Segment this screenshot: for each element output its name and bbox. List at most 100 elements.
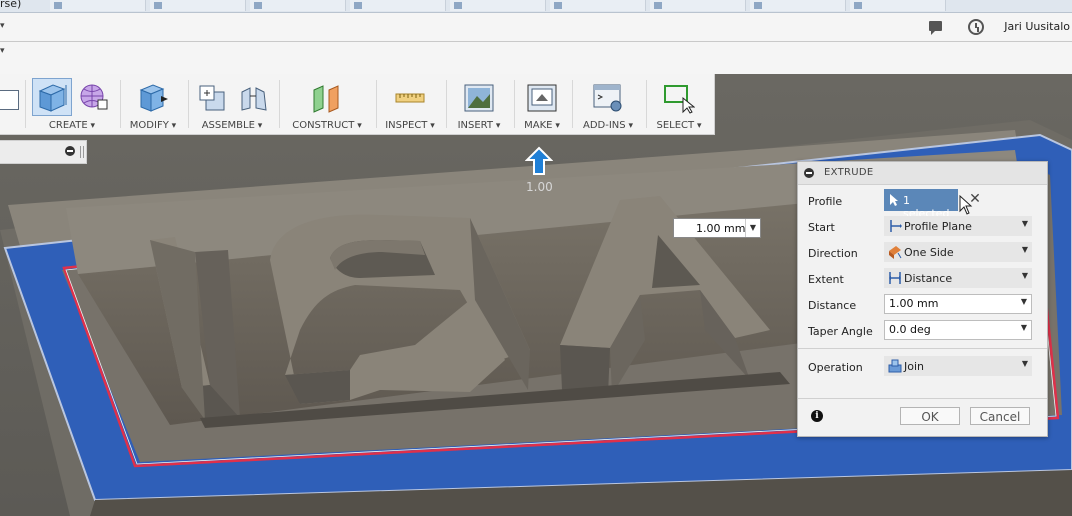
tab-favicon-icon [754,2,762,9]
distance-label: Distance [808,299,857,312]
taper-angle-value[interactable]: 0.0 deg [889,323,931,336]
cursor-arrow-icon [890,194,898,206]
arrow-distance-label: 1.00 [526,180,553,194]
distance-extent-icon [889,272,901,284]
pin-icon[interactable] [80,146,84,158]
assemble-group[interactable]: ASSEMBLE [190,74,274,134]
extrude-dialog-header[interactable]: EXTRUDE [798,162,1047,185]
insert-menu-label[interactable]: INSERT [448,120,510,131]
browser-tab[interactable] [750,0,846,11]
construct-menu-label[interactable]: CONSTRUCT [281,120,373,131]
profile-row: Profile 1 selected ✕ [798,189,1047,220]
tab-favicon-icon [354,2,362,9]
chevron-down-icon[interactable]: ▼ [1022,271,1028,280]
dialog-title: EXTRUDE [824,167,874,178]
chevron-down-icon[interactable]: ▼ [1022,219,1028,228]
measure-icon[interactable] [394,82,426,114]
modify-menu-label[interactable]: MODIFY [122,120,184,131]
ok-button[interactable]: OK [900,407,960,425]
tab-favicon-icon [554,2,562,9]
scripts-addins-icon[interactable] [592,82,624,114]
collapse-dialog-icon[interactable] [804,168,814,178]
browser-tab[interactable] [50,0,146,11]
browser-tab[interactable] [550,0,646,11]
taper-angle-input[interactable]: 0.0 deg ▼ [884,320,1032,340]
extent-value: Distance [904,272,953,285]
browser-tab[interactable] [650,0,746,11]
chevron-down-icon[interactable]: ▼ [1021,297,1027,306]
tab-favicon-icon [854,2,862,9]
extrude-distance-arrow-icon[interactable] [524,146,554,176]
profile-plane-icon [890,220,902,232]
document-tab-bar: ▾ [0,41,1072,75]
distance-input[interactable]: 1.00 mm ▼ [884,294,1032,314]
ribbon-toolbar: CREATE MODIFY ASSEMBLE CONSTRUCT INSPECT [0,74,715,135]
add-ins-menu-label[interactable]: ADD-INS [574,120,642,131]
select-icon[interactable] [663,82,696,114]
add-ins-group[interactable]: ADD-INS [574,74,642,134]
workspace-caret-icon[interactable]: ▾ [0,46,5,56]
3d-print-icon[interactable] [526,82,558,114]
insert-image-icon[interactable] [463,82,495,114]
start-select[interactable]: Profile Plane ▼ [884,216,1032,236]
sketch-icon[interactable] [0,90,19,110]
make-menu-label[interactable]: MAKE [516,120,568,131]
select-menu-label[interactable]: SELECT [648,120,710,131]
divider [798,398,1047,399]
create-menu-label[interactable]: CREATE [28,120,116,131]
extrude-icon[interactable] [32,78,72,116]
browser-tab[interactable] [250,0,346,11]
start-row: Start Profile Plane ▼ [798,215,1047,239]
job-status-clock-icon[interactable] [968,19,984,35]
direction-value: One Side [904,246,954,259]
operation-select[interactable]: Join ▼ [884,356,1032,376]
chevron-down-icon[interactable]: ▼ [745,219,760,237]
profile-label: Profile [808,195,843,208]
inspect-menu-label[interactable]: INSPECT [378,120,442,131]
tab-favicon-icon [654,2,662,9]
extent-label: Extent [808,273,844,286]
browser-tab[interactable] [150,0,246,11]
file-menu-caret-icon[interactable]: ▾ [0,21,5,31]
collapse-browser-icon[interactable] [65,146,75,156]
browser-tab[interactable] [850,0,946,11]
direction-select[interactable]: One Side ▼ [884,242,1032,262]
chevron-down-icon[interactable]: ▼ [1021,323,1027,332]
chevron-down-icon[interactable]: ▼ [1022,359,1028,368]
extent-select[interactable]: Distance ▼ [884,268,1032,288]
form-icon[interactable] [78,82,110,114]
operation-value: Join [904,360,925,373]
profile-selection-button[interactable]: 1 selected [884,189,958,220]
make-group[interactable]: MAKE [516,74,568,134]
cancel-button[interactable]: Cancel [970,407,1030,425]
select-group[interactable]: SELECT [648,74,710,134]
inspect-group[interactable]: INSPECT [378,74,442,134]
info-icon[interactable]: i [811,410,823,422]
assemble-menu-label[interactable]: ASSEMBLE [190,120,274,131]
modify-group[interactable]: MODIFY [122,74,184,134]
construct-group[interactable]: CONSTRUCT [281,74,373,134]
join-icon [888,359,902,373]
distance-value[interactable]: 1.00 mm [889,297,938,310]
create-group[interactable]: CREATE [28,74,116,134]
distance-dimension-value[interactable]: 1.00 mm [696,222,745,235]
browser-tab[interactable] [450,0,546,11]
operation-row: Operation Join ▼ [798,355,1047,379]
offset-plane-icon[interactable] [311,82,343,114]
distance-dimension-input[interactable]: 1.00 mm ▼ [673,218,761,238]
new-component-icon[interactable] [196,82,228,114]
insert-group[interactable]: INSERT [448,74,510,134]
user-name[interactable]: Jari Uusitalo [1004,20,1070,33]
direction-row: Direction One Side ▼ [798,241,1047,265]
comment-icon[interactable] [929,21,942,35]
joint-icon[interactable] [238,82,270,114]
operation-label: Operation [808,361,863,374]
press-pull-icon[interactable] [137,82,169,114]
tab-favicon-icon [154,2,162,9]
taper-angle-label: Taper Angle [808,325,873,338]
one-side-icon [889,246,902,259]
browser-tab[interactable] [350,0,446,11]
mouse-pointer-icon [959,195,973,215]
chevron-down-icon[interactable]: ▼ [1022,245,1028,254]
direction-label: Direction [808,247,858,260]
